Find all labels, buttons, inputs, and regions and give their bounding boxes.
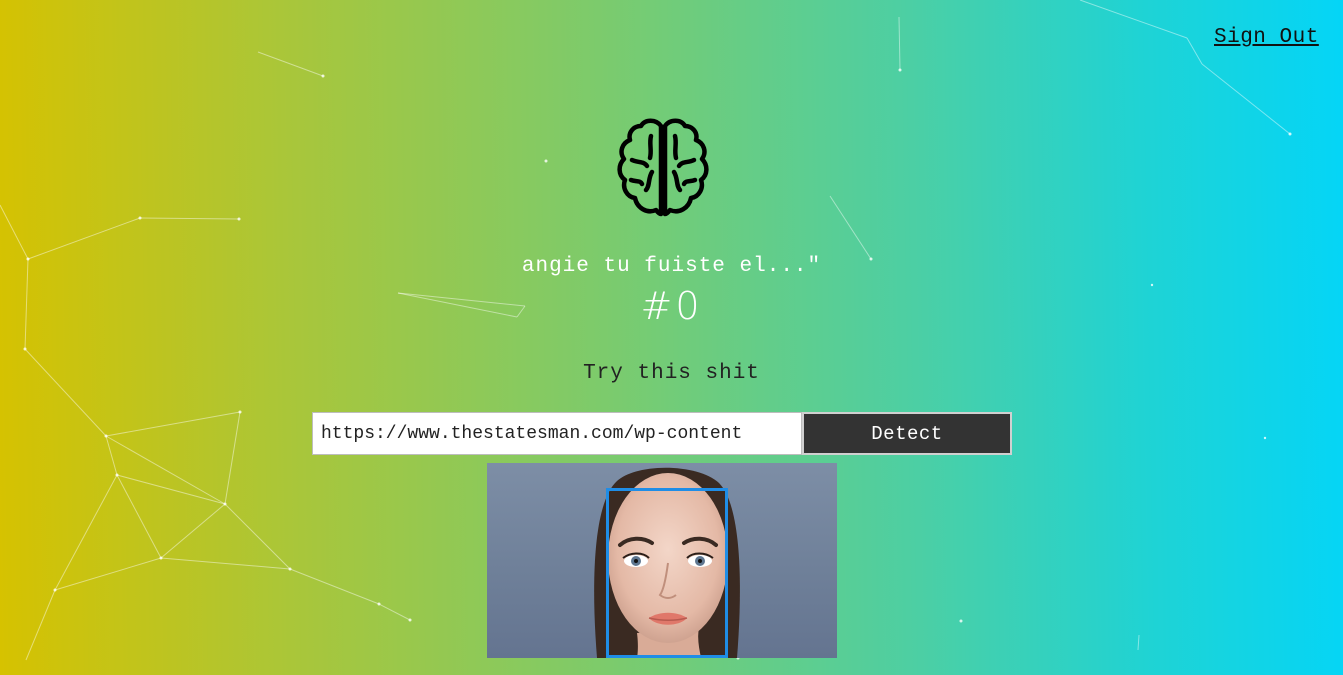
brain-icon: [617, 118, 709, 217]
image-url-input[interactable]: [312, 412, 802, 455]
user-greeting: angie tu fuiste el...": [521, 255, 822, 278]
detect-button[interactable]: Detect: [802, 412, 1012, 455]
sign-out-link[interactable]: Sign Out: [1214, 26, 1319, 49]
detect-prompt: Try this shit: [583, 362, 760, 385]
face-bounding-box: [606, 488, 728, 658]
rank-counter: #0: [640, 284, 703, 328]
